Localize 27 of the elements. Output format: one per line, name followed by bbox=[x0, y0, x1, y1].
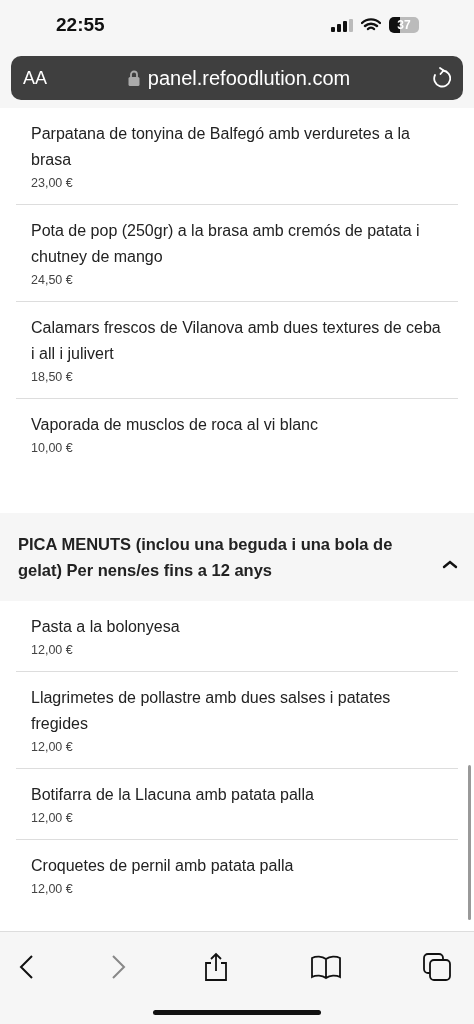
address-bar[interactable]: AA panel.refoodlution.com bbox=[11, 56, 463, 100]
back-icon[interactable] bbox=[18, 954, 36, 980]
dish-name: Pota de pop (250gr) a la brasa amb cremós de patata i chutney de mango bbox=[31, 221, 421, 267]
dish-name: Botifarra de la Llacuna amb patata palla bbox=[31, 785, 315, 805]
dish-name: Pasta a la bolonyesa bbox=[31, 617, 181, 637]
section-title: PICA MENUTS (inclou una beguda i una bola de gelat) Per nens/es fins a 12 anys bbox=[18, 534, 394, 581]
text-size-button[interactable]: AA bbox=[23, 67, 47, 89]
dish-price: 23,00 € bbox=[31, 175, 74, 192]
dish-price: 10,00 € bbox=[31, 440, 74, 457]
dish-name: Croquetes de pernil amb patata palla bbox=[31, 856, 295, 876]
dish-name: Llagrimetes de pollastre amb dues salses i patates fregides bbox=[31, 688, 392, 734]
url-text: panel.refoodlution.com bbox=[147, 66, 351, 90]
wifi-icon bbox=[361, 18, 381, 32]
clock: 22:55 bbox=[56, 14, 105, 36]
dish-price: 12,00 € bbox=[31, 810, 74, 827]
dish-name: Calamars frescos de Vilanova amb dues textures de ceba i all i julivert bbox=[31, 318, 442, 364]
signal-icon bbox=[331, 18, 353, 32]
section-header[interactable]: PICA MENUTS (inclou una beguda i una bola de gelat) Per nens/es fins a 12 anys bbox=[0, 513, 474, 601]
dish-name: Parpatana de tonyina de Balfegó amb verduretes a la brasa bbox=[31, 124, 411, 170]
dish-name: Vaporada de musclos de roca al vi blanc bbox=[31, 415, 319, 435]
dish-price: 12,00 € bbox=[31, 642, 74, 659]
dish-price: 24,50 € bbox=[31, 272, 74, 289]
reload-icon[interactable] bbox=[431, 67, 451, 89]
dish-price: 12,00 € bbox=[31, 881, 74, 898]
dish-price: 18,50 € bbox=[31, 369, 74, 386]
lock-icon bbox=[127, 70, 140, 86]
dish-price: 12,00 € bbox=[31, 739, 74, 756]
